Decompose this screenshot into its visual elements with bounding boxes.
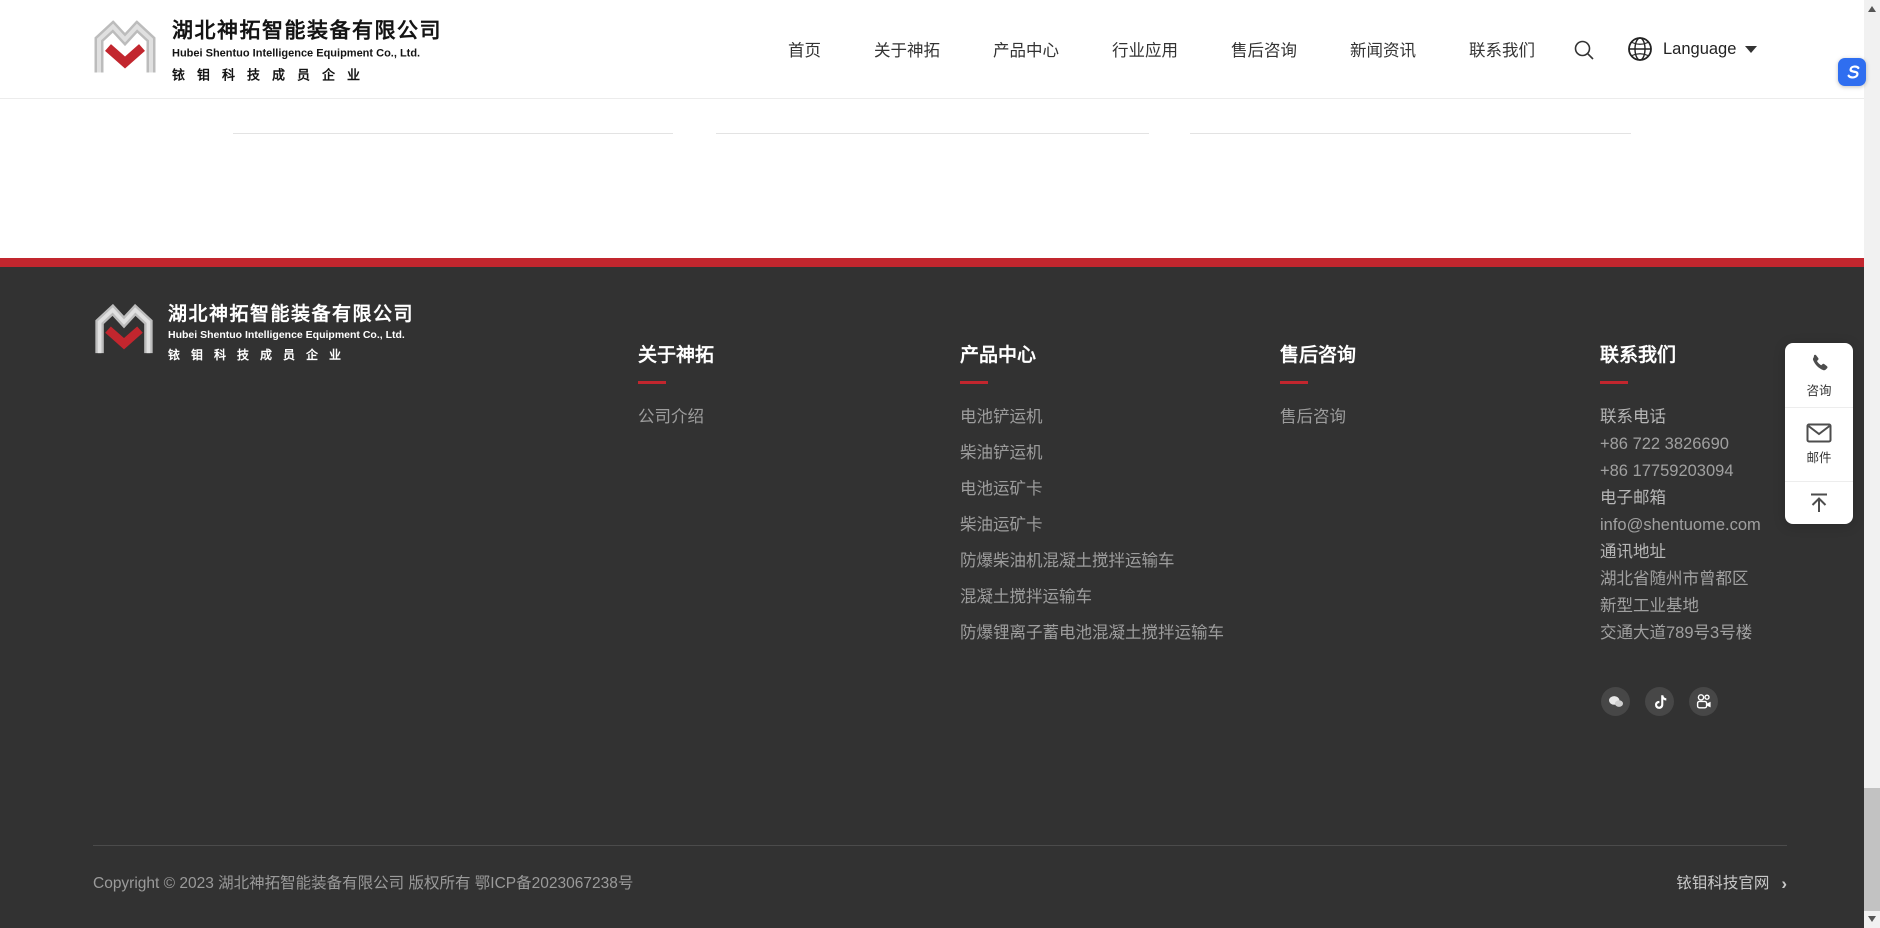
footer-link-product[interactable]: 防爆柴油机混凝土搅拌运输车 bbox=[960, 552, 1175, 570]
content-divider bbox=[233, 133, 673, 134]
red-dash bbox=[638, 381, 666, 384]
nav-news[interactable]: 新闻资讯 bbox=[1350, 37, 1416, 61]
douyin-icon[interactable] bbox=[1645, 687, 1674, 716]
footer-link-product[interactable]: 电池铲运机 bbox=[960, 408, 1043, 426]
scrollbar-up-arrow[interactable] bbox=[1868, 6, 1876, 12]
red-dash bbox=[1600, 381, 1628, 384]
footer-col-products: 产品中心 电池铲运机 柴油铲运机 电池运矿卡 柴油运矿卡 防爆柴油机混凝土搅拌运… bbox=[960, 345, 1224, 660]
footer-col-title: 关于神拓 bbox=[638, 345, 714, 367]
chevron-right-icon: › bbox=[1781, 874, 1787, 894]
accent-bar bbox=[0, 258, 1864, 267]
consult-label: 咨询 bbox=[1806, 380, 1831, 399]
language-label: Language bbox=[1663, 40, 1736, 59]
content-area bbox=[0, 100, 1864, 258]
back-to-top-button[interactable] bbox=[1785, 481, 1853, 524]
footer-link-company-intro[interactable]: 公司介绍 bbox=[638, 408, 704, 426]
footer-col-title: 产品中心 bbox=[960, 345, 1224, 367]
footer-logo[interactable]: 湖北神拓智能装备有限公司 Hubei Shentuo Intelligence … bbox=[93, 299, 414, 363]
contact-email: info@shentuome.com bbox=[1600, 516, 1761, 535]
mail-button[interactable]: 邮件 bbox=[1785, 407, 1853, 481]
scrollbar[interactable] bbox=[1864, 0, 1880, 928]
nav-products[interactable]: 产品中心 bbox=[993, 37, 1059, 61]
red-dash bbox=[960, 381, 988, 384]
nav-home[interactable]: 首页 bbox=[788, 37, 821, 61]
contact-address-2: 新型工业基地 bbox=[1600, 597, 1761, 616]
contact-address-3: 交通大道789号3号楼 bbox=[1600, 624, 1761, 643]
social-links bbox=[1601, 687, 1718, 716]
contact-email-label: 电子邮箱 bbox=[1600, 489, 1761, 508]
footer-col-title: 售后咨询 bbox=[1280, 345, 1356, 367]
brand-mark-icon bbox=[92, 20, 158, 78]
brand-mark-icon bbox=[93, 304, 155, 359]
brand-name-cn: 湖北神拓智能装备有限公司 bbox=[168, 299, 414, 326]
footer-link-product[interactable]: 电池运矿卡 bbox=[960, 480, 1043, 498]
brand-tagline: 铱钼科技成员企业 bbox=[168, 346, 414, 363]
footer-link-aftersales[interactable]: 售后咨询 bbox=[1280, 408, 1346, 426]
footer-divider bbox=[93, 845, 1787, 846]
brand-tagline: 铱钼科技成员企业 bbox=[172, 65, 442, 84]
search-icon[interactable] bbox=[1572, 38, 1596, 62]
scrollbar-thumb[interactable] bbox=[1864, 788, 1880, 911]
partner-site-link[interactable]: 铱钼科技官网 › bbox=[1676, 874, 1787, 894]
nav-contact[interactable]: 联系我们 bbox=[1469, 37, 1535, 61]
brand-text: 湖北神拓智能装备有限公司 Hubei Shentuo Intelligence … bbox=[168, 299, 414, 363]
nav-about[interactable]: 关于神拓 bbox=[874, 37, 940, 61]
brand-text: 湖北神拓智能装备有限公司 Hubei Shentuo Intelligence … bbox=[172, 15, 442, 84]
content-divider bbox=[716, 133, 1149, 134]
brand-name-en: Hubei Shentuo Intelligence Equipment Co.… bbox=[172, 48, 442, 60]
contact-phone-label: 联系电话 bbox=[1600, 408, 1761, 427]
wechat-icon[interactable] bbox=[1601, 687, 1630, 716]
arrow-up-icon bbox=[1807, 491, 1831, 515]
mail-icon bbox=[1806, 423, 1832, 443]
header-logo[interactable]: 湖北神拓智能装备有限公司 Hubei Shentuo Intelligence … bbox=[92, 15, 442, 84]
footer-col-about: 关于神拓 公司介绍 bbox=[638, 345, 714, 444]
brand-name-en: Hubei Shentuo Intelligence Equipment Co.… bbox=[168, 329, 414, 341]
site-header: 湖北神拓智能装备有限公司 Hubei Shentuo Intelligence … bbox=[0, 0, 1864, 99]
contact-address-label: 通讯地址 bbox=[1600, 543, 1761, 562]
footer-col-title: 联系我们 bbox=[1600, 345, 1761, 367]
main-nav: 首页 关于神拓 产品中心 行业应用 售后咨询 新闻资讯 联系我们 bbox=[788, 0, 1535, 98]
site-footer: 湖北神拓智能装备有限公司 Hubei Shentuo Intelligence … bbox=[0, 267, 1864, 928]
language-selector[interactable]: Language bbox=[1626, 0, 1757, 98]
phone-icon bbox=[1807, 352, 1831, 376]
chevron-down-icon bbox=[1745, 46, 1757, 53]
footer-link-product[interactable]: 混凝土搅拌运输车 bbox=[960, 588, 1092, 606]
partner-site-label: 铱钼科技官网 bbox=[1676, 874, 1769, 894]
contact-phone-1: +86 722 3826690 bbox=[1600, 435, 1761, 454]
contact-address-1: 湖北省随州市曾都区 bbox=[1600, 570, 1761, 589]
mail-label: 邮件 bbox=[1806, 447, 1831, 466]
footer-col-aftersales: 售后咨询 售后咨询 bbox=[1280, 345, 1356, 444]
red-dash bbox=[1280, 381, 1308, 384]
contact-info: 联系电话 +86 722 3826690 +86 17759203094 电子邮… bbox=[1600, 408, 1761, 643]
extension-s-icon[interactable] bbox=[1838, 58, 1866, 86]
globe-icon bbox=[1626, 35, 1654, 63]
footer-link-product[interactable]: 柴油运矿卡 bbox=[960, 516, 1043, 534]
nav-applications[interactable]: 行业应用 bbox=[1112, 37, 1178, 61]
contact-phone-2: +86 17759203094 bbox=[1600, 462, 1761, 481]
consult-button[interactable]: 咨询 bbox=[1785, 343, 1853, 407]
footer-link-product[interactable]: 柴油铲运机 bbox=[960, 444, 1043, 462]
content-divider bbox=[1190, 133, 1631, 134]
floating-contact-panel: 咨询 邮件 bbox=[1785, 343, 1853, 524]
footer-link-product[interactable]: 防爆锂离子蓄电池混凝土搅拌运输车 bbox=[960, 624, 1224, 642]
footer-col-contact: 联系我们 联系电话 +86 722 3826690 +86 1775920309… bbox=[1600, 345, 1761, 651]
scrollbar-down-arrow[interactable] bbox=[1868, 916, 1876, 922]
kuaishou-icon[interactable] bbox=[1689, 687, 1718, 716]
nav-aftersales[interactable]: 售后咨询 bbox=[1231, 37, 1297, 61]
copyright-text: Copyright © 2023 湖北神拓智能装备有限公司 版权所有 鄂ICP备… bbox=[93, 874, 633, 894]
brand-name-cn: 湖北神拓智能装备有限公司 bbox=[172, 15, 442, 45]
